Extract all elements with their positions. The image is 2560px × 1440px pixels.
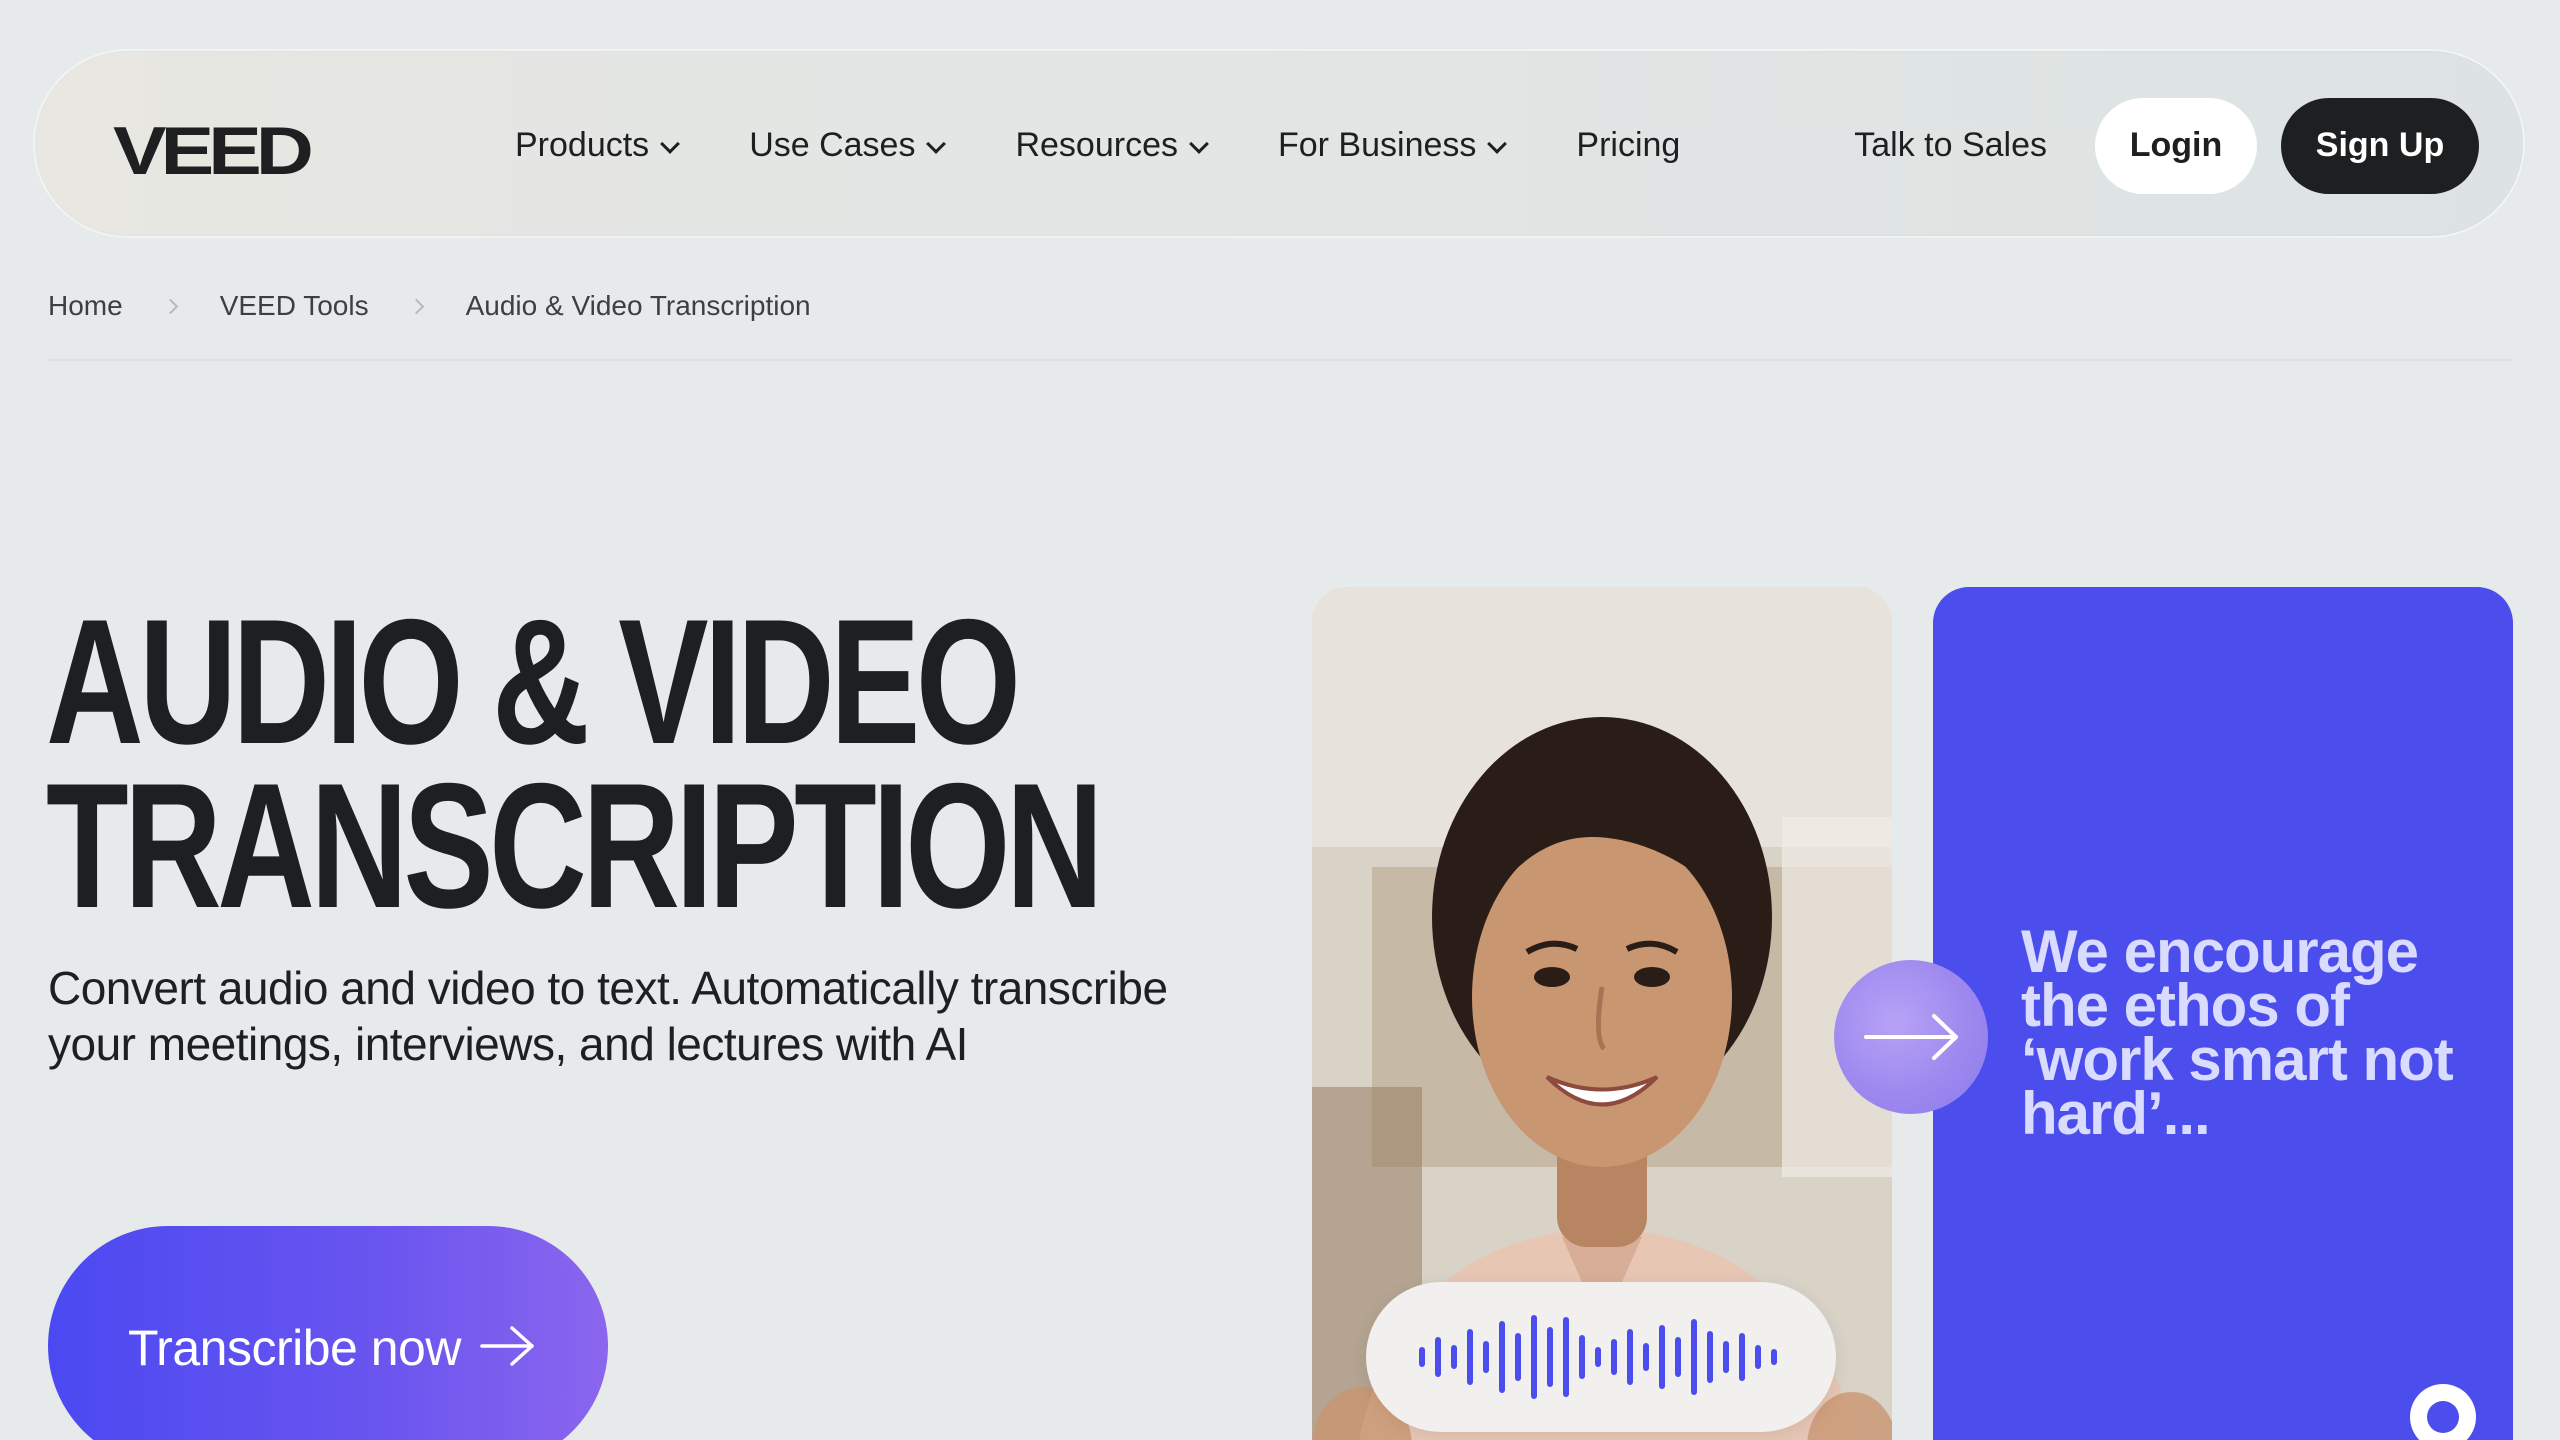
next-slide-button[interactable] <box>1834 960 1988 1114</box>
chevron-down-icon <box>660 133 681 154</box>
chevron-right-icon <box>162 298 178 314</box>
nav-item-label: Resources <box>1015 126 1178 164</box>
sign-up-button[interactable]: Sign Up <box>2281 97 2479 194</box>
transcribe-now-button[interactable]: Transcribe now <box>48 1226 608 1440</box>
main-menu: Products Use Cases Resources For Busines… <box>515 51 1752 240</box>
breadcrumb: Home VEED Tools Audio & Video Transcript… <box>48 290 811 322</box>
quote-card: We encourage the ethos of ‘work smart no… <box>1933 587 2513 1440</box>
hero-subtitle: Convert audio and video to text. Automat… <box>48 962 1168 1070</box>
chevron-down-icon <box>1189 133 1209 154</box>
nav-item-use-cases[interactable]: Use Cases <box>749 126 947 165</box>
nav-item-pricing[interactable]: Pricing <box>1576 126 1680 165</box>
nav-item-for-business[interactable]: For Business <box>1277 126 1508 165</box>
page-title-line-2: TRANSCRIPTION <box>46 746 1104 945</box>
nav-item-label: For Business <box>1277 126 1477 164</box>
breadcrumb-current[interactable]: Audio & Video Transcription <box>466 290 811 322</box>
arrow-right-icon <box>480 1326 534 1366</box>
breadcrumb-veed-tools[interactable]: VEED Tools <box>220 290 369 322</box>
chevron-down-icon <box>926 133 947 154</box>
breadcrumb-divider <box>48 359 2512 361</box>
nav-item-resources[interactable]: Resources <box>1015 126 1209 165</box>
arrow-right-icon <box>1864 1014 1958 1060</box>
nav-actions: Talk to Sales Login Sign Up <box>1854 51 2479 240</box>
nav-item-label: Pricing <box>1576 126 1681 164</box>
cta-label: Transcribe now <box>128 1320 461 1376</box>
nav-item-label: Products <box>515 126 650 164</box>
page-title: AUDIO & VIDEO TRANSCRIPTION <box>46 593 1104 935</box>
veed-logo[interactable]: VEED <box>113 117 314 185</box>
talk-to-sales-link[interactable]: Talk to Sales <box>1854 126 2047 165</box>
audio-waveform-pill <box>1366 1282 1836 1432</box>
breadcrumb-home[interactable]: Home <box>48 290 123 322</box>
top-navigation: VEED Products Use Cases Resources For Bu… <box>33 49 2525 238</box>
nav-item-label: Use Cases <box>749 126 916 164</box>
chevron-down-icon <box>1487 133 1508 154</box>
nav-item-products[interactable]: Products <box>515 126 681 165</box>
chevron-right-icon <box>408 298 424 314</box>
audio-waveform-icon <box>1419 1315 1777 1399</box>
quote-text: We encourage the ethos of ‘work smart no… <box>2021 918 2454 1147</box>
login-button[interactable]: Login <box>2095 97 2257 194</box>
